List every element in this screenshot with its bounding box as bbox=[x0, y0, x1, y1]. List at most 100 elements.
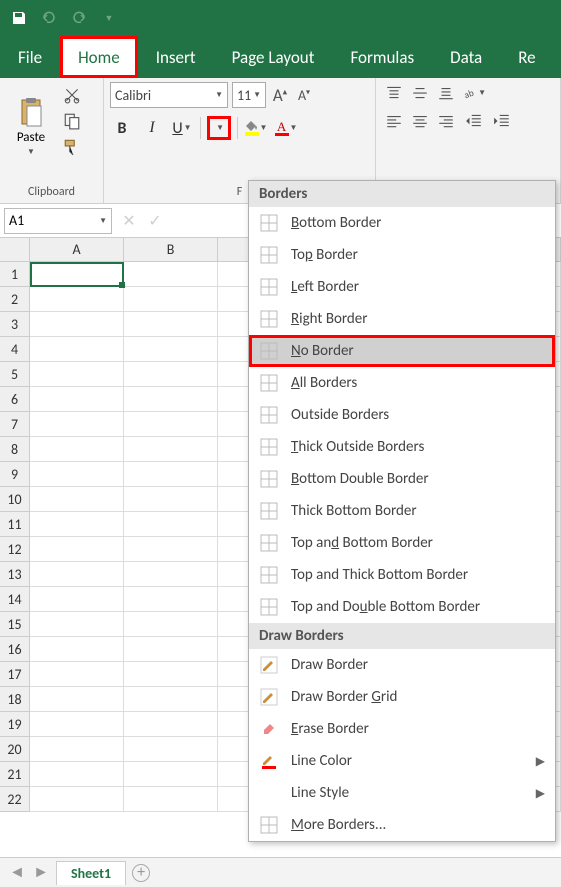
col-header-b[interactable]: B bbox=[124, 238, 218, 262]
border-option[interactable]: Line Color▶ bbox=[249, 745, 555, 777]
cell[interactable] bbox=[30, 387, 124, 412]
cell[interactable] bbox=[30, 687, 124, 712]
border-option[interactable]: More Borders... bbox=[249, 809, 555, 841]
name-box[interactable]: A1▼ bbox=[4, 208, 112, 234]
border-option[interactable]: Thick Outside Borders bbox=[249, 431, 555, 463]
increase-font-icon[interactable]: A▴ bbox=[270, 85, 290, 106]
cell[interactable] bbox=[124, 262, 218, 287]
cell[interactable] bbox=[124, 387, 218, 412]
font-color-button[interactable]: A ▼ bbox=[274, 116, 298, 140]
align-top-icon[interactable] bbox=[382, 82, 406, 104]
undo-icon[interactable] bbox=[38, 7, 60, 29]
save-icon[interactable] bbox=[8, 7, 30, 29]
cell[interactable] bbox=[30, 412, 124, 437]
cell[interactable] bbox=[124, 562, 218, 587]
cell[interactable] bbox=[30, 787, 124, 812]
row-header[interactable]: 13 bbox=[0, 562, 30, 587]
col-header-a[interactable]: A bbox=[30, 238, 124, 262]
border-option[interactable]: All Borders bbox=[249, 367, 555, 399]
cell[interactable] bbox=[30, 462, 124, 487]
border-option[interactable]: Top and Thick Bottom Border bbox=[249, 559, 555, 591]
row-header[interactable]: 16 bbox=[0, 637, 30, 662]
row-header[interactable]: 8 bbox=[0, 437, 30, 462]
align-center-icon[interactable] bbox=[408, 110, 432, 132]
row-header[interactable]: 1 bbox=[0, 262, 30, 287]
row-header[interactable]: 15 bbox=[0, 612, 30, 637]
cell[interactable] bbox=[30, 362, 124, 387]
cell[interactable] bbox=[124, 287, 218, 312]
cell[interactable] bbox=[30, 737, 124, 762]
border-option[interactable]: Top and Double Bottom Border bbox=[249, 591, 555, 623]
row-header[interactable]: 12 bbox=[0, 537, 30, 562]
tab-scroll-left-icon[interactable]: ◄ bbox=[8, 863, 26, 882]
tab-home[interactable]: Home bbox=[60, 36, 138, 78]
copy-icon[interactable] bbox=[60, 110, 84, 132]
new-sheet-icon[interactable]: + bbox=[132, 864, 150, 882]
font-name-combo[interactable]: Calibri▼ bbox=[110, 82, 228, 108]
cell[interactable] bbox=[30, 437, 124, 462]
decrease-font-icon[interactable]: A▾ bbox=[294, 87, 314, 104]
paste-button[interactable]: Paste ▼ bbox=[6, 82, 56, 170]
row-header[interactable]: 5 bbox=[0, 362, 30, 387]
qat-customize-icon[interactable]: ▼ bbox=[98, 7, 120, 29]
border-option[interactable]: Top Border bbox=[249, 239, 555, 271]
cell[interactable] bbox=[30, 262, 124, 287]
cell[interactable] bbox=[124, 537, 218, 562]
align-right-icon[interactable] bbox=[434, 110, 458, 132]
tab-file[interactable]: File bbox=[0, 36, 60, 78]
tab-insert[interactable]: Insert bbox=[138, 36, 214, 78]
border-option[interactable]: Left Border bbox=[249, 271, 555, 303]
border-option[interactable]: Top and Bottom Border bbox=[249, 527, 555, 559]
align-middle-icon[interactable] bbox=[408, 82, 432, 104]
row-header[interactable]: 2 bbox=[0, 287, 30, 312]
cell[interactable] bbox=[30, 587, 124, 612]
cell[interactable] bbox=[30, 537, 124, 562]
enter-formula-icon[interactable]: ✓ bbox=[142, 208, 168, 234]
row-header[interactable]: 21 bbox=[0, 762, 30, 787]
cell[interactable] bbox=[124, 762, 218, 787]
italic-button[interactable]: I bbox=[140, 116, 164, 140]
tab-data[interactable]: Data bbox=[432, 36, 500, 78]
sheet-tab-active[interactable]: Sheet1 bbox=[56, 861, 126, 885]
format-painter-icon[interactable] bbox=[60, 136, 84, 158]
cell[interactable] bbox=[30, 487, 124, 512]
tab-formulas[interactable]: Formulas bbox=[332, 36, 432, 78]
row-header[interactable]: 7 bbox=[0, 412, 30, 437]
border-option[interactable]: Right Border bbox=[249, 303, 555, 335]
cell[interactable] bbox=[124, 362, 218, 387]
border-option[interactable]: Draw Border Grid bbox=[249, 681, 555, 713]
orientation-icon[interactable]: ab▼ bbox=[462, 82, 486, 104]
cell[interactable] bbox=[124, 737, 218, 762]
cell[interactable] bbox=[30, 637, 124, 662]
select-all-corner[interactable] bbox=[0, 238, 30, 262]
row-header[interactable]: 22 bbox=[0, 787, 30, 812]
cell[interactable] bbox=[124, 337, 218, 362]
cell[interactable] bbox=[124, 412, 218, 437]
cell[interactable] bbox=[124, 712, 218, 737]
cell[interactable] bbox=[30, 337, 124, 362]
row-header[interactable]: 18 bbox=[0, 687, 30, 712]
border-option[interactable]: Bottom Border bbox=[249, 207, 555, 239]
border-option[interactable]: Line Style▶ bbox=[249, 777, 555, 809]
borders-button[interactable]: ▼ bbox=[207, 116, 231, 140]
cell[interactable] bbox=[124, 662, 218, 687]
cell[interactable] bbox=[30, 562, 124, 587]
tab-scroll-right-icon[interactable]: ► bbox=[32, 863, 50, 882]
cell[interactable] bbox=[30, 312, 124, 337]
cell[interactable] bbox=[30, 662, 124, 687]
fill-color-button[interactable]: ▼ bbox=[244, 116, 268, 140]
cell[interactable] bbox=[124, 637, 218, 662]
cell[interactable] bbox=[30, 712, 124, 737]
align-bottom-icon[interactable] bbox=[434, 82, 458, 104]
increase-indent-icon[interactable] bbox=[490, 110, 514, 132]
cell[interactable] bbox=[124, 612, 218, 637]
row-header[interactable]: 4 bbox=[0, 337, 30, 362]
cell[interactable] bbox=[30, 612, 124, 637]
underline-button[interactable]: U▼ bbox=[170, 116, 194, 140]
row-header[interactable]: 3 bbox=[0, 312, 30, 337]
border-option[interactable]: Thick Bottom Border bbox=[249, 495, 555, 527]
row-header[interactable]: 9 bbox=[0, 462, 30, 487]
redo-icon[interactable] bbox=[68, 7, 90, 29]
cell[interactable] bbox=[124, 487, 218, 512]
border-option[interactable]: No Border bbox=[249, 335, 555, 367]
